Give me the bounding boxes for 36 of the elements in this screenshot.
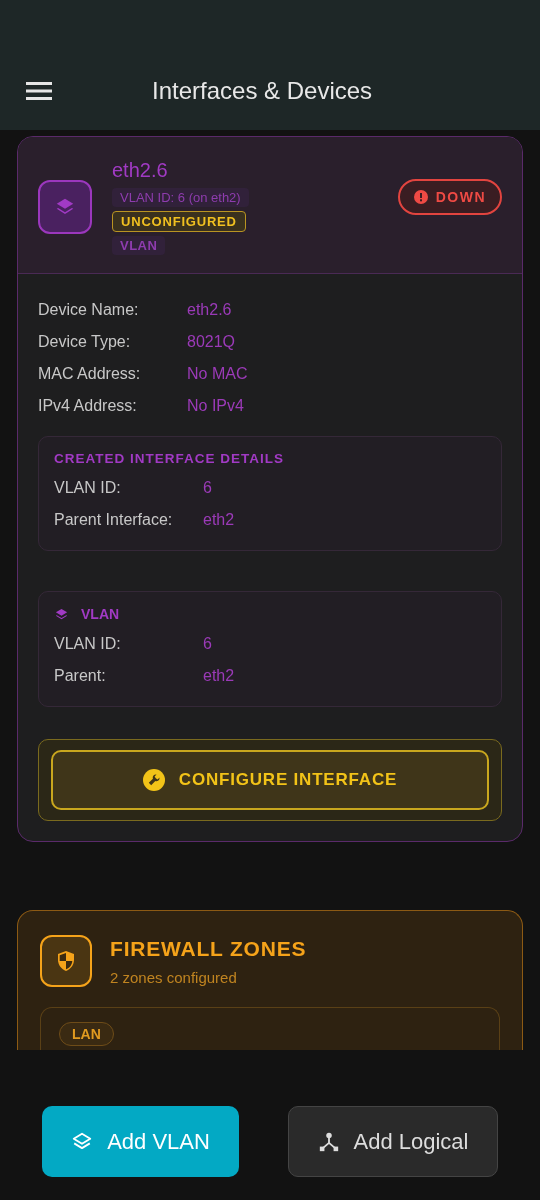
zone-chip: LAN	[59, 1022, 114, 1046]
layers-icon	[54, 606, 69, 622]
field-label: IPv4 Address:	[38, 397, 138, 415]
add-logical-button[interactable]: Add Logical	[288, 1106, 498, 1177]
alert-icon	[413, 190, 428, 204]
zone-count: 2 zones configured	[110, 968, 238, 986]
section-title: CREATED INTERFACE DETAILS	[54, 451, 285, 466]
field-label: Parent:	[54, 667, 107, 685]
hierarchy-icon	[317, 1130, 340, 1153]
section-title: VLAN	[81, 606, 120, 622]
menu-icon[interactable]	[26, 81, 52, 101]
device-tag: VLAN ID: 6 (on eth2)	[112, 188, 249, 207]
shield-icon	[40, 935, 92, 987]
field-label: Parent Interface:	[54, 511, 174, 529]
status-badge: DOWN	[397, 179, 502, 215]
page-title: Interfaces & Devices	[152, 77, 373, 105]
section-title: FIREWALL ZONES	[110, 936, 307, 961]
field-value: No MAC	[187, 365, 248, 383]
field-value: eth2	[203, 667, 235, 685]
field-label: VLAN ID:	[54, 479, 122, 497]
field-label: MAC Address:	[38, 365, 142, 383]
field-value: 8021Q	[187, 333, 236, 351]
wrench-icon	[142, 769, 165, 791]
field-value: eth2.6	[187, 301, 232, 319]
field-value: 6	[203, 635, 212, 653]
device-tag: VLAN	[112, 236, 166, 255]
field-value: 6	[203, 479, 212, 497]
field-label: Device Type:	[38, 333, 132, 351]
configure-button[interactable]: CONFIGURE INTERFACE	[51, 750, 489, 810]
field-label: VLAN ID:	[54, 635, 122, 653]
layers-icon	[38, 180, 92, 234]
device-name: eth2.6	[112, 159, 168, 182]
device-tag: UNCONFIGURED	[112, 211, 246, 232]
field-label: Device Name:	[38, 301, 140, 319]
field-value: No IPv4	[187, 397, 244, 415]
field-value: eth2	[203, 511, 235, 529]
